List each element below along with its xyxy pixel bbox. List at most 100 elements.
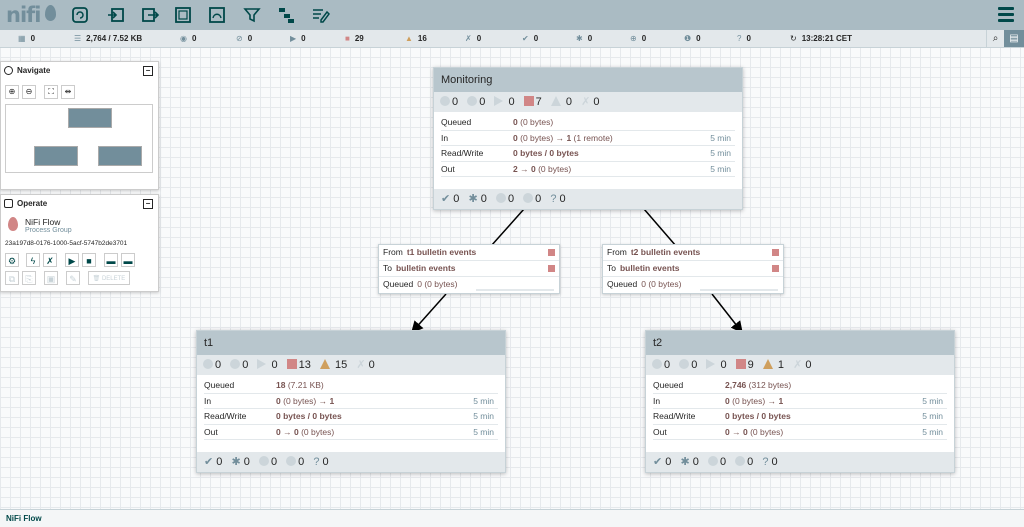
running-status: ▶ 0 (290, 34, 306, 43)
invalid-icon (319, 359, 330, 369)
invalid-icon (762, 359, 773, 369)
running-icon (257, 359, 267, 369)
stopped-indicator-icon (772, 249, 779, 256)
stop-icon[interactable]: ■ (82, 253, 96, 267)
start-icon[interactable]: ▶ (65, 253, 79, 267)
connection-line-t2 (643, 208, 677, 247)
stopped-icon (735, 359, 746, 369)
paste-icon[interactable]: ⎘ (22, 271, 36, 285)
transmitting-icon (203, 359, 213, 369)
operate-header[interactable]: Operate − (1, 195, 158, 213)
stale-icon (707, 456, 718, 466)
up-to-date-status: ✔ 0 (522, 34, 539, 43)
sync-failure-status: ? 0 (737, 34, 751, 43)
processor-icon[interactable] (70, 5, 90, 25)
group-status-row: 0 0 0 13 15 ✗ 0 (197, 355, 505, 375)
label-icon[interactable] (310, 5, 330, 25)
birdseye-view[interactable] (5, 104, 153, 173)
queued-status: ☰ 2,764 / 7.52 KB (74, 34, 143, 43)
asterisk-icon: ✱ (680, 456, 690, 468)
exclamation-icon (286, 456, 297, 466)
out-row: Out 2 → 0 (0 bytes) 5 min (441, 162, 735, 177)
upload-template-icon[interactable]: ▬ (121, 253, 135, 267)
stale-icon (495, 193, 506, 203)
operate-name: NiFi Flow (25, 217, 61, 227)
stale-status: ⊕ 0 (630, 34, 647, 43)
queued-row: Queued 18 (7.21 KB) (204, 378, 498, 394)
breadcrumb-root[interactable]: NiFi Flow (6, 514, 42, 523)
group-status-row: 0 0 0 9 1 ✗ 0 (646, 355, 954, 375)
in-row: In 0 (0 bytes) → 1 (1 remote) 5 min (441, 131, 735, 146)
create-template-icon[interactable]: ▬ (104, 253, 118, 267)
process-group-monitoring[interactable]: Monitoring 0 0 0 7 0 ✗ 0 Queued 0 (0 byte… (433, 67, 743, 210)
hand-icon (4, 199, 13, 208)
connection-line-t2-arrow (711, 293, 743, 334)
actual-size-icon[interactable]: ⇹ (61, 85, 75, 99)
check-icon: ✔ (441, 193, 451, 205)
stopped-indicator-icon (548, 249, 555, 256)
version-status-row: ✔ 0 ✱ 0 0 0 ? 0 (434, 189, 742, 209)
check-icon: ✔ (653, 456, 663, 468)
input-port-icon[interactable] (106, 5, 126, 25)
zoom-out-icon[interactable]: ⊖ (22, 85, 36, 99)
collapse-icon[interactable]: − (143, 199, 153, 209)
search-icon[interactable]: ⌕ (986, 30, 1004, 47)
template-icon[interactable] (276, 5, 296, 25)
group-stats: Queued 18 (7.21 KB) In 0 (0 bytes) → 15 mi… (197, 375, 505, 440)
disabled-icon: ✗ (356, 359, 366, 371)
locally-modified-status: ✱ 0 (576, 34, 593, 43)
birdseye-t1 (34, 146, 78, 166)
delete-button[interactable]: 🗑 DELETE (88, 271, 130, 285)
connection-line-t1-arrow (411, 293, 447, 334)
play-icon: ▶ (290, 34, 297, 43)
configure-gear-icon[interactable]: ⚙ (5, 253, 19, 267)
enable-icon[interactable]: ϟ (26, 253, 40, 267)
disable-icon[interactable]: ✗ (43, 253, 57, 267)
in-row: In 0 (0 bytes) → 15 min (204, 394, 498, 409)
read-write-row: Read/Write 0 bytes / 0 bytes 5 min (653, 409, 947, 425)
process-group-t2[interactable]: t2 0 0 0 9 1 ✗ 0 Queued 2,746 (312 bytes)… (645, 330, 955, 473)
read-write-row: Read/Write 0 bytes / 0 bytes 5 min (204, 409, 498, 425)
flow-status-bar: ▦ 0 ☰ 2,764 / 7.52 KB ◉ 0 ⊘ 0 ▶ 0 ■ 29 ▲ 16 ✗ 0 … (0, 30, 1024, 48)
out-row: Out 0 → 0 (0 bytes) 5 min (653, 425, 947, 440)
modified-stale-status: ❶0 (684, 34, 701, 43)
stopped-indicator-icon (772, 265, 779, 272)
warning-icon: ▲ (405, 34, 413, 43)
invalid-icon (550, 96, 561, 106)
not-transmitting-icon (467, 96, 478, 106)
group-title: Monitoring (434, 68, 742, 92)
global-menu-icon[interactable] (998, 7, 1014, 25)
bulletin-board-icon[interactable]: ▤ (1004, 30, 1024, 47)
connection-t1-bulletin-events[interactable]: From t1 bulletin events To bulletin events… (378, 244, 560, 294)
stopped-status: ■ 29 (345, 34, 364, 43)
color-brush-icon[interactable]: ✎ (66, 271, 80, 285)
output-port-icon[interactable] (140, 5, 160, 25)
group-icon[interactable]: ▣ (44, 271, 58, 285)
not-transmitting-icon: ⊘ (236, 34, 243, 43)
disabled-icon: ✗ (793, 359, 803, 371)
funnel-icon[interactable] (242, 5, 262, 25)
transmitting-icon: ◉ (180, 34, 187, 43)
stale-icon (258, 456, 269, 466)
zoom-in-icon[interactable]: ⊕ (5, 85, 19, 99)
fit-icon[interactable]: ⛶ (44, 85, 58, 99)
birdseye-monitoring (68, 108, 112, 128)
remote-process-group-icon[interactable] (207, 5, 227, 25)
process-group-icon[interactable] (173, 5, 193, 25)
process-group-t1[interactable]: t1 0 0 0 13 15 ✗ 0 Queued 18 (7.21 KB) In… (196, 330, 506, 473)
connection-t2-bulletin-events[interactable]: From t2 bulletin events To bulletin events… (602, 244, 784, 294)
stopped-icon (523, 96, 534, 106)
refresh-icon: ↻ (790, 34, 797, 43)
navigate-header[interactable]: Navigate − (1, 62, 158, 80)
disabled-status: ✗ 0 (465, 34, 482, 43)
copy-icon[interactable]: ⧉ (5, 271, 19, 285)
read-write-row: Read/Write 0 bytes / 0 bytes 5 min (441, 146, 735, 162)
collapse-icon[interactable]: − (143, 66, 153, 76)
out-row: Out 0 → 0 (0 bytes) 5 min (204, 425, 498, 440)
stale-icon: ⊕ (630, 34, 637, 43)
operate-type: Process Group (25, 227, 72, 234)
group-title: t2 (646, 331, 954, 355)
compass-icon (4, 66, 13, 75)
group-status-row: 0 0 0 7 0 ✗ 0 (434, 92, 742, 112)
asterisk-icon: ✱ (231, 456, 241, 468)
